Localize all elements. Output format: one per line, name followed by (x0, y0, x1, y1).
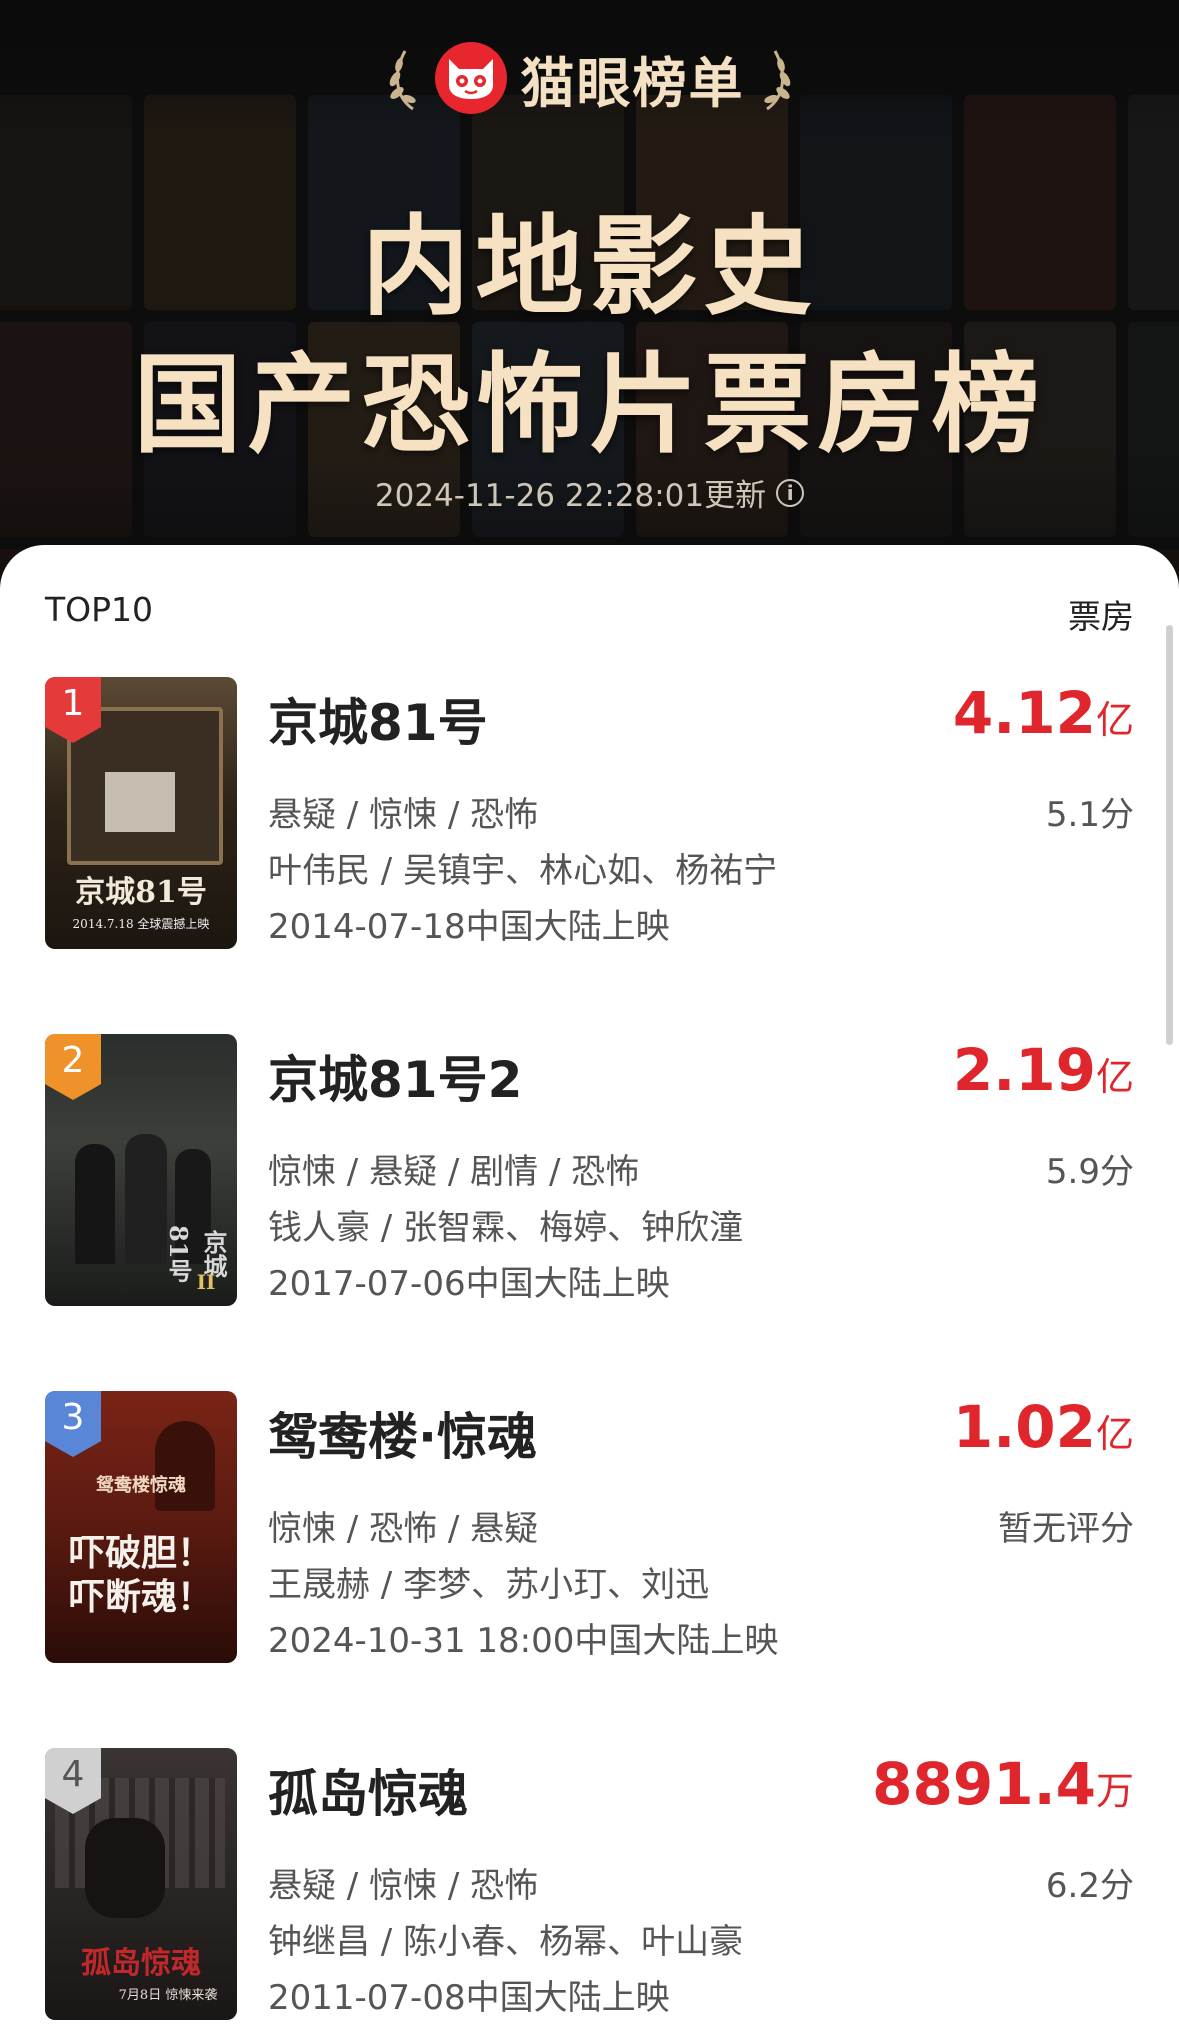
ranking-card: TOP10 票房 京城81号 2014.7.18 全球震撼上映 1 京城81号 … (0, 545, 1179, 2024)
movie-genres: 悬疑 / 惊悚 / 恐怖 (268, 1866, 539, 1906)
movie-score: 暂无评分 (998, 1509, 1134, 1549)
list-header: TOP10 票房 (45, 590, 1134, 638)
page-title-line2: 国产恐怖片票房榜 (133, 343, 1046, 468)
box-office: 8891.4万 (872, 1750, 1134, 1818)
movie-release: 2017-07-06中国大陆上映 (268, 1264, 670, 1304)
header-banner: 猫眼榜单 内地影史 国产恐怖片票房榜 2024-11-26 22:28:01更新… (0, 0, 1179, 600)
movie-item[interactable]: 京城81号 2014.7.18 全球震撼上映 1 京城81号 4.12亿 悬疑 … (45, 677, 1134, 949)
list-header-top10: TOP10 (45, 590, 154, 629)
maoyan-logo (434, 42, 507, 114)
movie-score: 5.9分 (1045, 1152, 1134, 1192)
movie-item[interactable]: 京城81号 II 2 京城81号2 2.19亿 惊悚 / 悬疑 / 剧情 / 恐… (45, 1034, 1134, 1306)
movie-cast: 钱人豪 / 张智霖、梅婷、钟欣潼 (268, 1208, 744, 1248)
movie-title[interactable]: 鸳鸯楼·惊魂 (268, 1397, 537, 1469)
movie-cast: 叶伟民 / 吴镇宇、林心如、杨祐宁 (268, 851, 778, 891)
movie-poster[interactable]: 京城81号 II 2 (45, 1034, 237, 1306)
page-title-line1: 内地影史 (361, 205, 818, 330)
box-office: 4.12亿 (952, 679, 1134, 747)
movie-poster[interactable]: 鸳鸯楼惊魂 吓破胆！吓断魂！ 3 (45, 1391, 237, 1663)
movie-genres: 悬疑 / 惊悚 / 恐怖 (268, 795, 539, 835)
rank-badge: 3 (45, 1391, 101, 1457)
list-header-boxoffice: 票房 (1068, 597, 1134, 636)
box-office: 1.02亿 (952, 1393, 1134, 1461)
box-office: 2.19亿 (952, 1036, 1134, 1104)
movie-item[interactable]: 鸳鸯楼惊魂 吓破胆！吓断魂！ 3 鸳鸯楼·惊魂 1.02亿 惊悚 / 恐怖 / … (45, 1391, 1134, 1663)
update-time-row: 2024-11-26 22:28:01更新 i (0, 470, 1179, 515)
info-icon[interactable]: i (776, 478, 805, 507)
movie-poster[interactable]: 京城81号 2014.7.18 全球震撼上映 1 (45, 677, 237, 949)
brand-name: 猫眼榜单 (520, 51, 745, 115)
movie-title[interactable]: 京城81号2 (268, 1040, 522, 1112)
movie-release: 2011-07-08中国大陆上映 (268, 1978, 670, 2018)
movie-cast: 钟继昌 / 陈小春、杨幂、叶山豪 (268, 1922, 744, 1962)
movie-item[interactable]: 孤岛惊魂 7月8日 惊悚来袭 4 孤岛惊魂 8891.4万 悬疑 / 惊悚 / … (45, 1748, 1134, 2020)
movie-score: 5.1分 (1045, 795, 1134, 835)
laurel-right-icon (763, 50, 790, 111)
brand-bar: 猫眼榜单 (0, 38, 1179, 118)
movie-title[interactable]: 京城81号 (268, 683, 488, 755)
movie-release: 2014-07-18中国大陆上映 (268, 907, 670, 947)
rank-badge: 2 (45, 1034, 101, 1100)
scrollbar[interactable] (1166, 625, 1173, 1045)
movie-title[interactable]: 孤岛惊魂 (268, 1754, 468, 1826)
movie-poster[interactable]: 孤岛惊魂 7月8日 惊悚来袭 4 (45, 1748, 237, 2020)
cat-face-icon (448, 59, 493, 99)
movie-score: 6.2分 (1045, 1866, 1134, 1906)
movie-release: 2024-10-31 18:00中国大陆上映 (268, 1621, 779, 1661)
movie-cast: 王晟赫 / 李梦、苏小玎、刘迅 (268, 1565, 710, 1605)
movie-genres: 惊悚 / 悬疑 / 剧情 / 恐怖 (268, 1152, 640, 1192)
movie-genres: 惊悚 / 恐怖 / 悬疑 (268, 1509, 539, 1549)
laurel-left-icon (389, 50, 416, 111)
update-time: 2024-11-26 22:28:01更新 (374, 478, 767, 514)
